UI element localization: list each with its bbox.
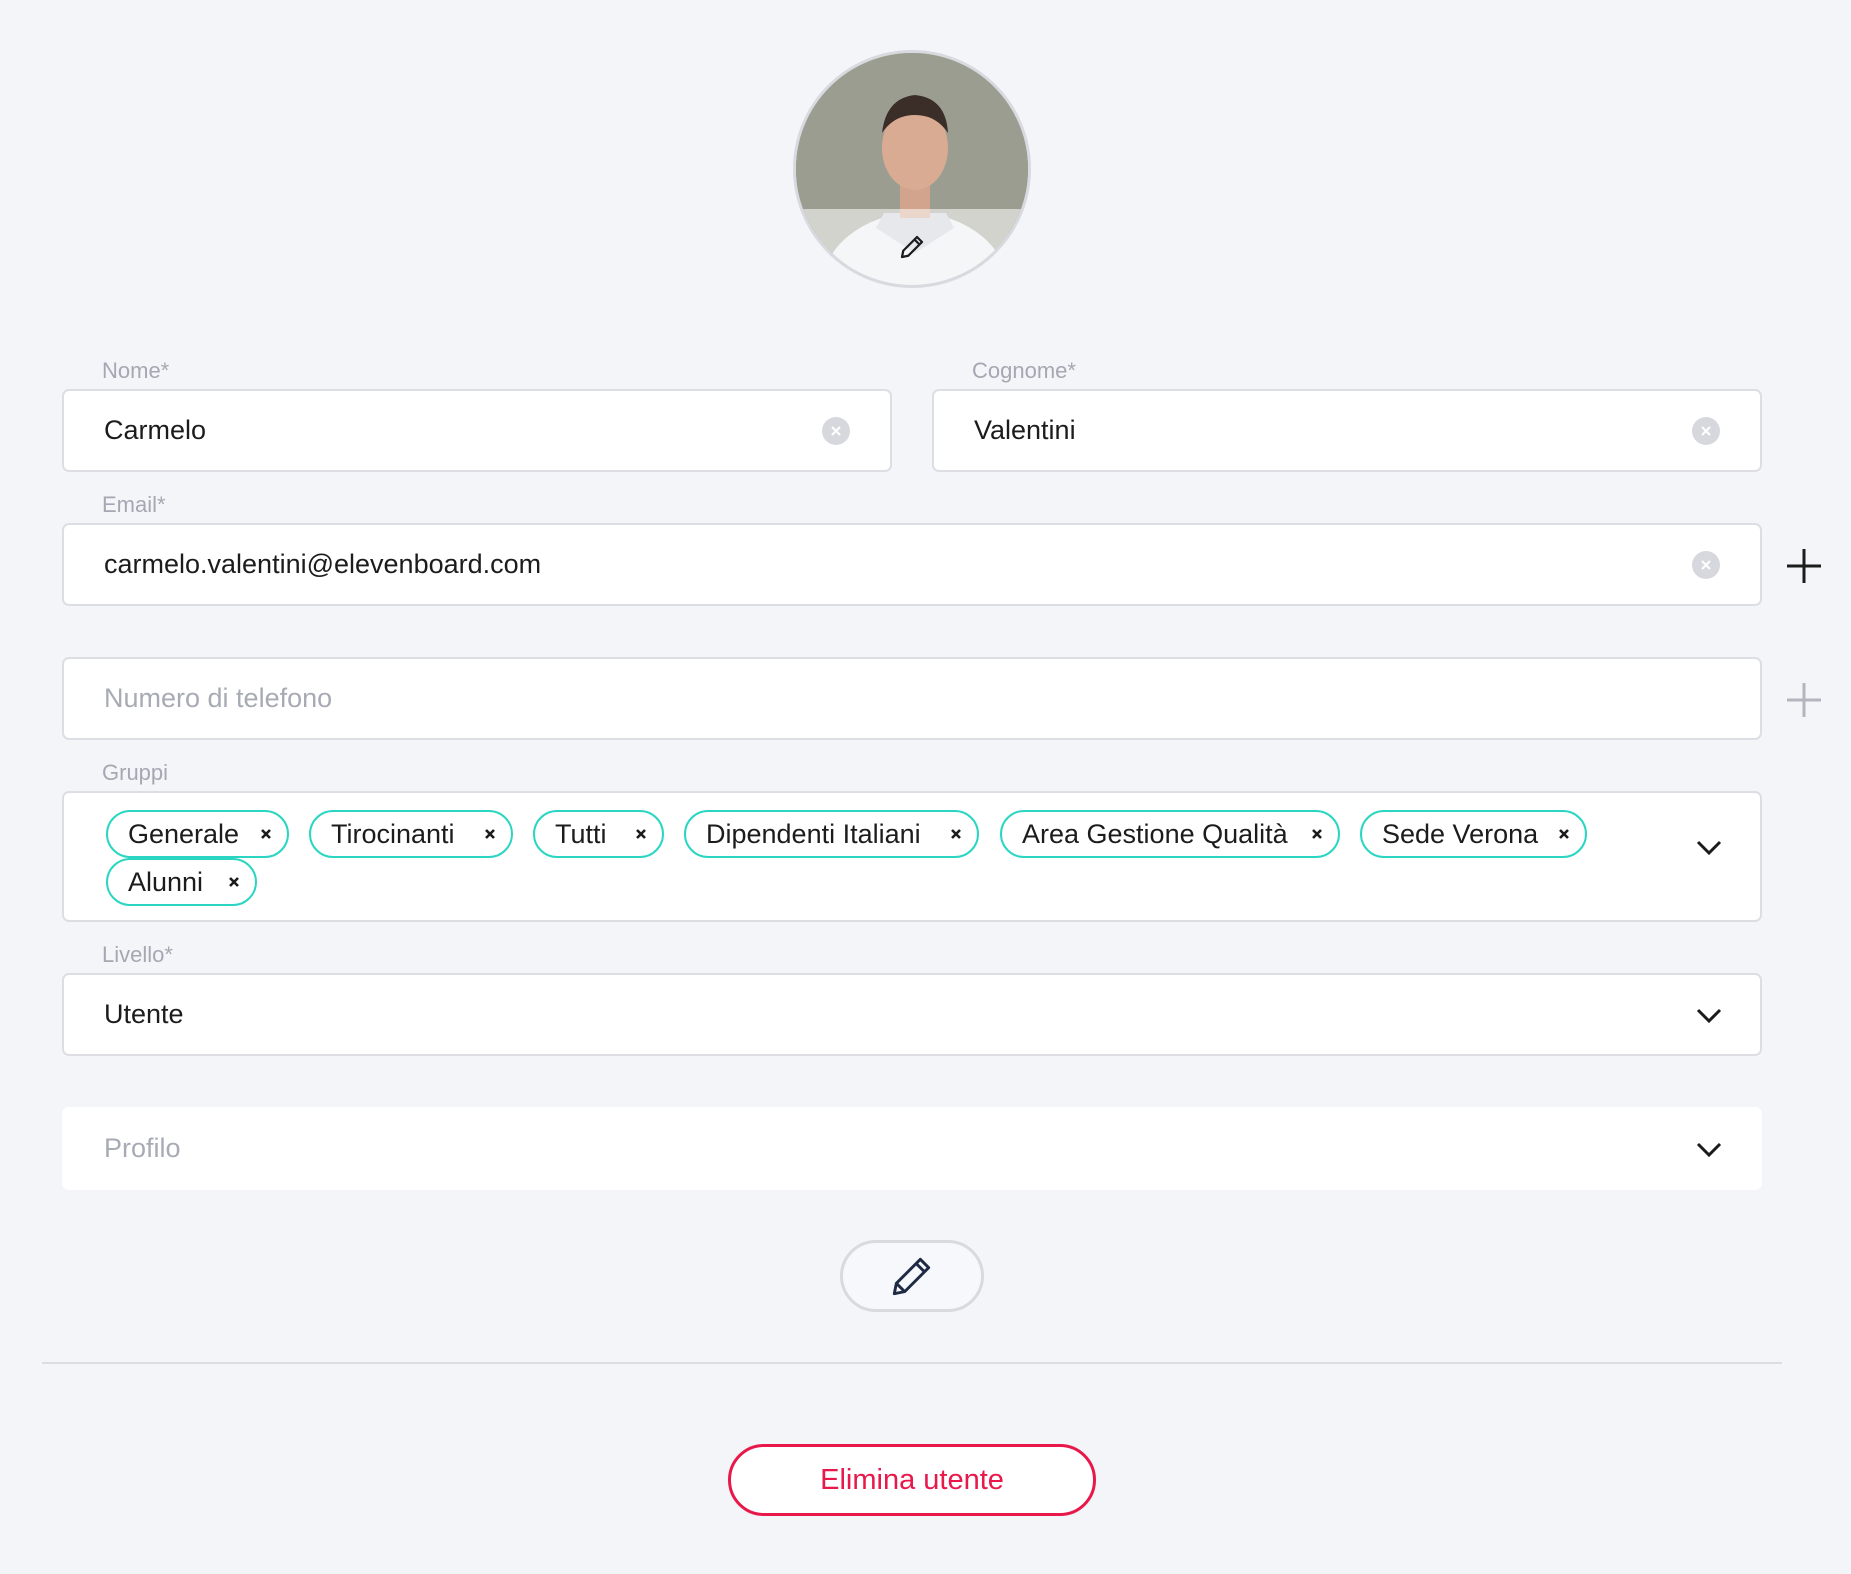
close-icon	[831, 425, 841, 436]
close-icon	[1701, 425, 1711, 436]
pencil-icon	[900, 235, 924, 259]
gruppi-multiselect[interactable]: Generale Tirocinanti Tutti Dipendenti It…	[62, 791, 1762, 922]
group-chip: Tirocinanti	[309, 810, 513, 858]
cognome-label: Cognome*	[972, 358, 1076, 383]
cognome-value[interactable]: Valentini	[974, 415, 1720, 446]
chevron-down-icon[interactable]	[1694, 835, 1724, 859]
user-avatar[interactable]	[793, 50, 1031, 288]
user-edit-page: Nome* Carmelo Cognome* Valentini Email* …	[0, 0, 1851, 1574]
cognome-field[interactable]: Valentini	[932, 389, 1762, 472]
group-chip: Alunni	[106, 858, 257, 906]
gruppi-label: Gruppi	[102, 760, 169, 785]
plus-icon	[1787, 549, 1821, 583]
nome-label: Nome*	[102, 358, 170, 383]
add-email-button[interactable]	[1784, 546, 1824, 586]
section-divider	[42, 1362, 1782, 1364]
group-chip-label: Area Gestione Qualità	[1022, 818, 1288, 849]
remove-chip-icon[interactable]	[1557, 827, 1571, 841]
group-chip: Sede Verona	[1360, 810, 1587, 858]
profilo-select[interactable]: Profilo	[62, 1107, 1762, 1190]
clear-email-button[interactable]	[1692, 550, 1720, 579]
add-phone-button[interactable]	[1784, 680, 1824, 720]
remove-chip-icon[interactable]	[227, 875, 241, 889]
email-field[interactable]: carmelo.valentini@elevenboard.com	[62, 523, 1762, 606]
nome-field[interactable]: Carmelo	[62, 389, 892, 472]
group-chip-label: Generale	[128, 818, 240, 849]
edit-button[interactable]	[840, 1240, 984, 1312]
phone-field[interactable]: Numero di telefono	[62, 657, 1762, 740]
livello-select[interactable]: Utente	[62, 973, 1762, 1056]
clear-cognome-button[interactable]	[1692, 416, 1720, 445]
group-chip-label: Alunni	[128, 866, 204, 897]
phone-placeholder[interactable]: Numero di telefono	[104, 683, 1720, 714]
group-chip-label: Dipendenti Italiani	[706, 818, 921, 849]
group-chip: Dipendenti Italiani	[684, 810, 979, 858]
close-icon	[1701, 559, 1711, 570]
nome-value[interactable]: Carmelo	[104, 415, 850, 446]
group-chip-label: Tirocinanti	[331, 818, 455, 849]
remove-chip-icon[interactable]	[483, 827, 497, 841]
livello-label: Livello*	[102, 942, 173, 967]
group-chip-label: Sede Verona	[1382, 818, 1539, 849]
delete-user-button[interactable]: Elimina utente	[728, 1444, 1096, 1516]
group-chip-label: Tutti	[555, 818, 607, 849]
avatar-edit-overlay[interactable]	[796, 209, 1028, 285]
remove-chip-icon[interactable]	[259, 827, 273, 841]
plus-icon	[1787, 683, 1821, 717]
remove-chip-icon[interactable]	[949, 827, 963, 841]
remove-chip-icon[interactable]	[1310, 827, 1324, 841]
group-chip: Generale	[106, 810, 289, 858]
chevron-down-icon[interactable]	[1694, 1003, 1724, 1027]
profilo-placeholder[interactable]: Profilo	[104, 1133, 1720, 1164]
group-chip: Tutti	[533, 810, 664, 858]
clear-nome-button[interactable]	[822, 416, 850, 445]
livello-value[interactable]: Utente	[104, 999, 1720, 1030]
group-chip: Area Gestione Qualità	[1000, 810, 1340, 858]
remove-chip-icon[interactable]	[634, 827, 648, 841]
email-value[interactable]: carmelo.valentini@elevenboard.com	[104, 549, 1720, 580]
email-label: Email*	[102, 492, 166, 517]
chevron-down-icon[interactable]	[1694, 1137, 1724, 1161]
pencil-icon	[892, 1257, 931, 1296]
